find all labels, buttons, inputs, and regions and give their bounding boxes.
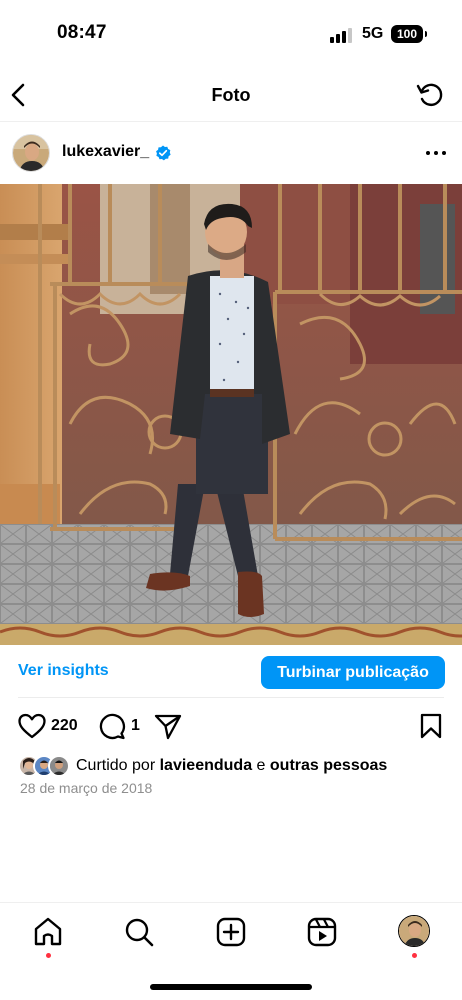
search-icon	[125, 918, 154, 947]
author-avatar[interactable]	[12, 134, 50, 172]
liked-prefix: Curtido por	[76, 757, 156, 774]
reels-icon	[307, 917, 337, 947]
post-header: lukexavier_	[0, 122, 462, 184]
insights-row: Ver insights Turbinar publicação	[0, 645, 462, 697]
more-options-button[interactable]	[424, 144, 448, 162]
profile-avatar	[399, 916, 429, 946]
liked-by-text: Curtido por lavieenduda e outras pessoas	[76, 757, 387, 775]
battery-level: 100	[396, 27, 418, 41]
home-notification-dot	[46, 953, 51, 958]
refresh-icon	[416, 83, 443, 106]
liked-others[interactable]: outras pessoas	[270, 757, 387, 774]
author-username[interactable]: lukexavier_	[62, 143, 149, 161]
battery-icon: 100	[391, 25, 427, 43]
tab-search[interactable]	[122, 915, 156, 949]
post-date: 28 de março de 2018	[20, 780, 153, 796]
divider	[18, 697, 444, 698]
signal-icon	[330, 27, 356, 43]
nav-header: Foto	[0, 70, 462, 122]
liked-user[interactable]: lavieenduda	[160, 757, 252, 774]
tab-profile[interactable]	[398, 915, 430, 947]
tab-home[interactable]	[31, 915, 65, 949]
home-icon	[34, 917, 62, 946]
status-bar: 08:47 5G 100	[0, 0, 462, 70]
network-type: 5G	[362, 25, 384, 42]
liker-avatar	[48, 755, 70, 777]
comment-icon[interactable]	[97, 712, 127, 740]
view-insights-link[interactable]: Ver insights	[18, 662, 109, 680]
create-icon	[216, 917, 246, 947]
bookmark-icon[interactable]	[418, 712, 444, 740]
comments-count[interactable]: 1	[131, 717, 140, 735]
status-time: 08:47	[57, 22, 107, 43]
liked-conjunction: e	[256, 757, 266, 774]
liked-by-row[interactable]: Curtido por lavieenduda e outras pessoas	[18, 755, 448, 777]
boost-post-button[interactable]: Turbinar publicação	[261, 656, 445, 689]
page-title: Foto	[211, 85, 251, 105]
share-icon[interactable]	[153, 712, 183, 740]
post-photo[interactable]	[0, 184, 462, 645]
home-indicator	[150, 984, 312, 990]
likes-count[interactable]: 220	[51, 717, 78, 735]
photo-image	[0, 184, 462, 645]
refresh-button[interactable]	[415, 80, 445, 110]
tab-reels[interactable]	[305, 915, 339, 949]
post-actions: 220 1	[0, 706, 462, 746]
heart-icon[interactable]	[17, 712, 47, 740]
verified-badge-icon	[156, 145, 171, 161]
profile-notification-dot	[412, 953, 417, 958]
liked-avatars	[18, 755, 74, 777]
tab-create[interactable]	[214, 915, 248, 949]
more-dots-icon	[426, 151, 446, 155]
